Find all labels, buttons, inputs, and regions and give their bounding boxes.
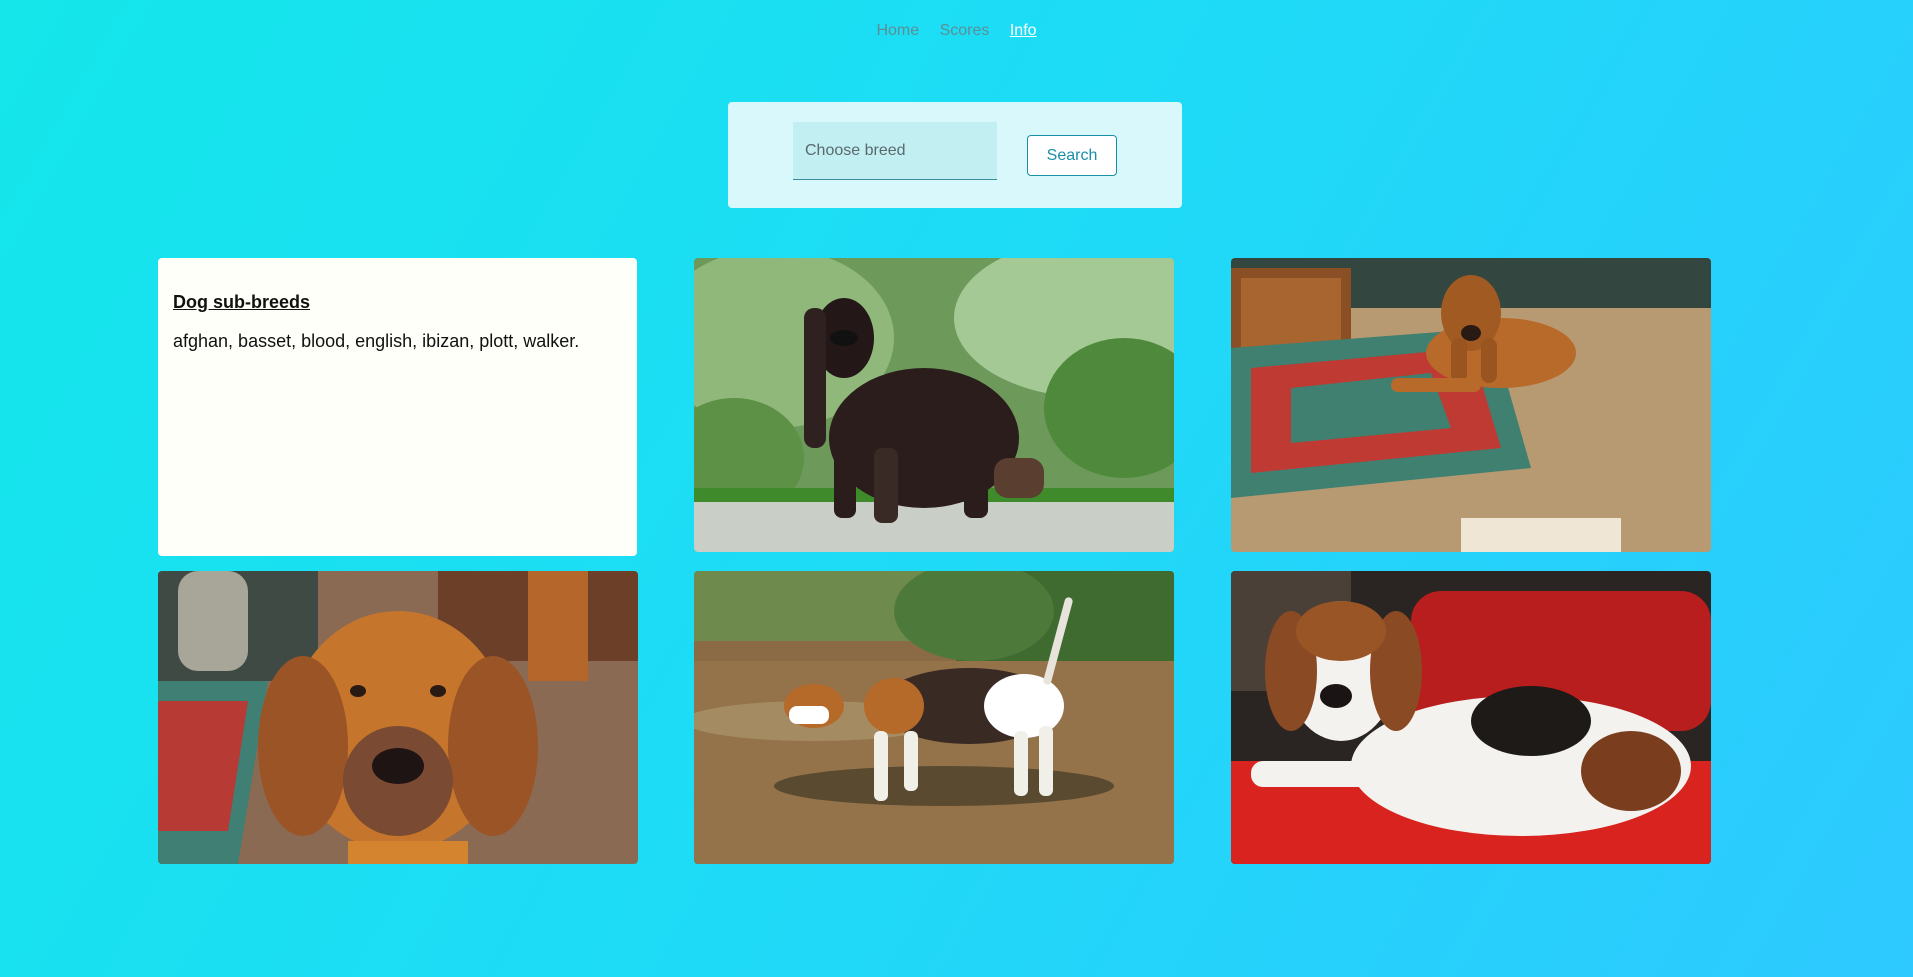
dog-photo-bloodhound-lying bbox=[1231, 258, 1711, 552]
search-panel: Search bbox=[728, 102, 1182, 208]
top-nav: Home Scores Info bbox=[0, 22, 1913, 40]
sub-breeds-list: afghan, basset, blood, english, ibizan, … bbox=[173, 331, 580, 351]
bloodhound-lying-image bbox=[1231, 258, 1711, 552]
nav-link-scores[interactable]: Scores bbox=[940, 22, 990, 40]
nav-link-home[interactable]: Home bbox=[876, 22, 919, 40]
dog-photo-bloodhound-portrait bbox=[158, 571, 638, 864]
english-hound-image bbox=[694, 571, 1174, 864]
dog-photo-walker-hound bbox=[1231, 571, 1711, 864]
afghan-image bbox=[694, 258, 1174, 552]
breed-input[interactable] bbox=[793, 122, 997, 180]
nav-link-info[interactable]: Info bbox=[1010, 22, 1037, 40]
sub-breeds-title: Dog sub-breeds bbox=[173, 292, 311, 312]
bloodhound-portrait-image bbox=[158, 571, 638, 864]
dog-photo-english-hound bbox=[694, 571, 1174, 864]
walker-hound-image bbox=[1231, 571, 1711, 864]
search-button[interactable]: Search bbox=[1027, 135, 1117, 176]
sub-breeds-card: Dog sub-breeds afghan, basset, blood, en… bbox=[158, 258, 637, 556]
dog-photo-afghan bbox=[694, 258, 1174, 552]
